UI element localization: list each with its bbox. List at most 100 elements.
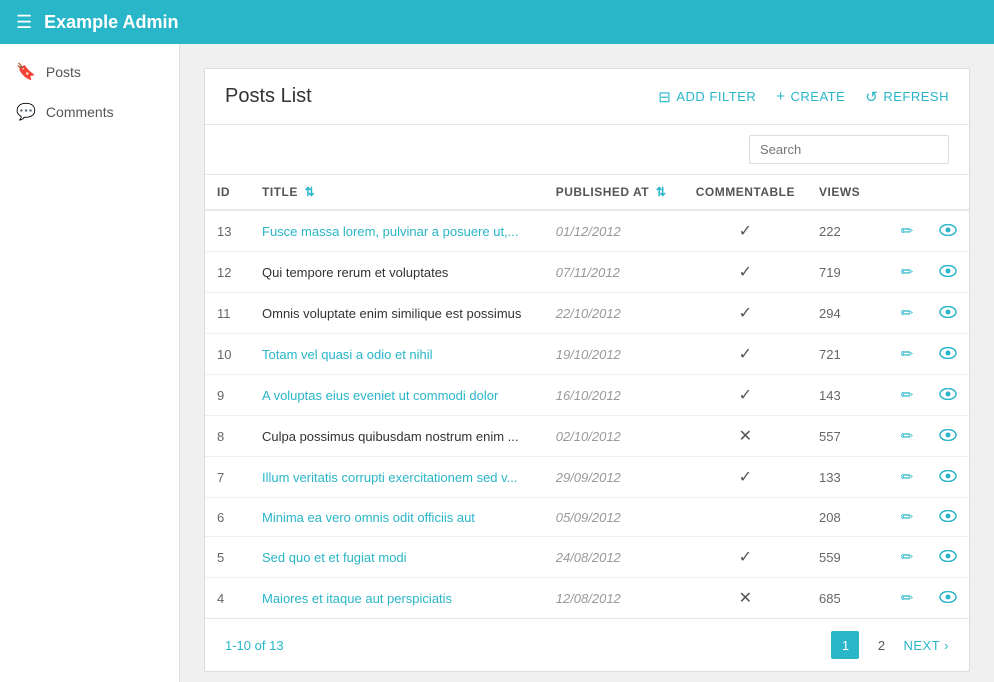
cell-view[interactable] <box>927 498 969 537</box>
cell-published-at: 02/10/2012 <box>544 416 684 457</box>
cell-views: 557 <box>807 416 887 457</box>
cell-view[interactable] <box>927 210 969 252</box>
table-row: 4Maiores et itaque aut perspiciatis12/08… <box>205 578 969 619</box>
cell-views: 719 <box>807 252 887 293</box>
edit-icon[interactable]: ✏ <box>901 549 914 566</box>
edit-icon[interactable]: ✏ <box>901 387 914 404</box>
edit-icon[interactable]: ✏ <box>901 223 914 240</box>
main-content: Posts List ⊟ ADD FILTER + CREATE ↺ REFRE… <box>180 44 994 682</box>
col-title-label: TITLE <box>262 185 298 199</box>
next-button[interactable]: NEXT › <box>903 638 949 653</box>
pagination-info: 1-10 of 13 <box>225 638 831 653</box>
cell-edit[interactable]: ✏ <box>887 210 927 252</box>
pagination-pages: 1 2 NEXT › <box>831 631 949 659</box>
cell-published-at: 05/09/2012 <box>544 498 684 537</box>
cell-published-at: 29/09/2012 <box>544 457 684 498</box>
refresh-button[interactable]: ↺ REFRESH <box>865 88 949 106</box>
cell-title[interactable]: Sed quo et et fugiat modi <box>250 537 544 578</box>
cell-view[interactable] <box>927 293 969 334</box>
eye-icon[interactable] <box>939 428 957 445</box>
eye-icon[interactable] <box>939 469 957 486</box>
cell-view[interactable] <box>927 334 969 375</box>
edit-icon[interactable]: ✏ <box>901 469 914 486</box>
sidebar: 🔖 Posts 💬 Comments <box>0 44 180 682</box>
col-published-label: PUBLISHED AT <box>556 185 649 199</box>
search-input[interactable] <box>749 135 949 164</box>
cell-edit[interactable]: ✏ <box>887 537 927 578</box>
cell-id: 7 <box>205 457 250 498</box>
edit-icon[interactable]: ✏ <box>901 509 914 526</box>
cell-title[interactable]: Minima ea vero omnis odit officiis aut <box>250 498 544 537</box>
check-icon: ✓ <box>739 387 752 404</box>
cell-edit[interactable]: ✏ <box>887 375 927 416</box>
cell-view[interactable] <box>927 457 969 498</box>
eye-icon[interactable] <box>939 346 957 363</box>
cell-commentable: ✕ <box>684 416 807 457</box>
cell-id: 9 <box>205 375 250 416</box>
topbar: ☰ Example Admin <box>0 0 994 44</box>
app-layout: 🔖 Posts 💬 Comments Posts List ⊟ ADD FILT… <box>0 44 994 682</box>
cell-published-at: 01/12/2012 <box>544 210 684 252</box>
cell-commentable: ✓ <box>684 293 807 334</box>
table-row: 10Totam vel quasi a odio et nihil19/10/2… <box>205 334 969 375</box>
published-sort-icon: ⇅ <box>656 185 667 199</box>
col-header-id: ID <box>205 175 250 210</box>
refresh-icon: ↺ <box>865 88 878 106</box>
cell-title[interactable]: Illum veritatis corrupti exercitationem … <box>250 457 544 498</box>
cell-edit[interactable]: ✏ <box>887 293 927 334</box>
cell-id: 11 <box>205 293 250 334</box>
sidebar-item-comments[interactable]: 💬 Comments <box>0 92 179 132</box>
check-icon: ✓ <box>739 346 752 363</box>
cross-icon: ✕ <box>739 590 752 607</box>
eye-icon[interactable] <box>939 264 957 281</box>
menu-icon[interactable]: ☰ <box>16 12 32 33</box>
cell-edit[interactable]: ✏ <box>887 457 927 498</box>
edit-icon[interactable]: ✏ <box>901 305 914 322</box>
eye-icon[interactable] <box>939 387 957 404</box>
panel-actions: ⊟ ADD FILTER + CREATE ↺ REFRESH <box>658 88 949 106</box>
col-header-published[interactable]: PUBLISHED AT ⇅ <box>544 175 684 210</box>
eye-icon[interactable] <box>939 223 957 240</box>
eye-icon[interactable] <box>939 549 957 566</box>
cell-title[interactable]: Totam vel quasi a odio et nihil <box>250 334 544 375</box>
cell-edit[interactable]: ✏ <box>887 416 927 457</box>
cell-view[interactable] <box>927 416 969 457</box>
cell-title[interactable]: Fusce massa lorem, pulvinar a posuere ut… <box>250 210 544 252</box>
cell-edit[interactable]: ✏ <box>887 252 927 293</box>
page-1-button[interactable]: 1 <box>831 631 859 659</box>
cell-published-at: 07/11/2012 <box>544 252 684 293</box>
create-button[interactable]: + CREATE <box>776 88 845 105</box>
cell-edit[interactable]: ✏ <box>887 578 927 619</box>
cross-icon: ✕ <box>739 428 752 445</box>
page-2-button[interactable]: 2 <box>867 631 895 659</box>
sidebar-item-posts[interactable]: 🔖 Posts <box>0 52 179 92</box>
cell-published-at: 12/08/2012 <box>544 578 684 619</box>
col-header-title[interactable]: TITLE ⇅ <box>250 175 544 210</box>
plus-icon: + <box>776 88 785 105</box>
cell-view[interactable] <box>927 252 969 293</box>
pagination: 1-10 of 13 1 2 NEXT › <box>205 618 969 671</box>
edit-icon[interactable]: ✏ <box>901 264 914 281</box>
check-icon: ✓ <box>739 549 752 566</box>
cell-view[interactable] <box>927 578 969 619</box>
cell-views: 721 <box>807 334 887 375</box>
cell-edit[interactable]: ✏ <box>887 334 927 375</box>
comments-icon: 💬 <box>16 102 36 122</box>
eye-icon[interactable] <box>939 305 957 322</box>
cell-views: 143 <box>807 375 887 416</box>
cell-edit[interactable]: ✏ <box>887 498 927 537</box>
eye-icon[interactable] <box>939 509 957 526</box>
cell-view[interactable] <box>927 375 969 416</box>
edit-icon[interactable]: ✏ <box>901 346 914 363</box>
edit-icon[interactable]: ✏ <box>901 428 914 445</box>
cell-view[interactable] <box>927 537 969 578</box>
cell-title[interactable]: A voluptas eius eveniet ut commodi dolor <box>250 375 544 416</box>
cell-id: 4 <box>205 578 250 619</box>
add-filter-label: ADD FILTER <box>676 89 756 104</box>
eye-icon[interactable] <box>939 590 957 607</box>
col-header-edit <box>887 175 927 210</box>
add-filter-button[interactable]: ⊟ ADD FILTER <box>658 88 756 106</box>
cell-title[interactable]: Maiores et itaque aut perspiciatis <box>250 578 544 619</box>
cell-commentable: ✓ <box>684 334 807 375</box>
edit-icon[interactable]: ✏ <box>901 590 914 607</box>
